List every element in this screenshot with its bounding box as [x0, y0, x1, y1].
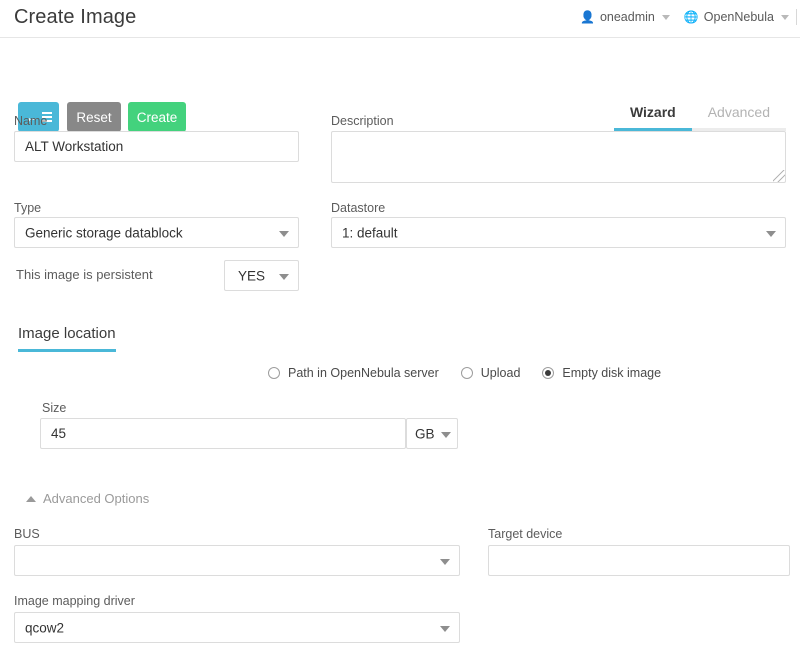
- radio-label: Upload: [480, 366, 521, 380]
- image-mapping-driver-select[interactable]: qcow2: [14, 612, 460, 643]
- header-overflow-divider: [796, 9, 800, 25]
- target-device-label: Target device: [488, 527, 563, 541]
- type-select[interactable]: Generic storage datablock: [14, 217, 299, 248]
- bus-label: BUS: [14, 527, 40, 541]
- target-device-input[interactable]: [488, 545, 790, 576]
- persistent-select[interactable]: YES: [224, 260, 299, 291]
- size-input[interactable]: [40, 418, 406, 449]
- description-label: Description: [331, 114, 394, 128]
- size-label: Size: [42, 401, 67, 415]
- page-title: Create Image: [14, 6, 137, 28]
- description-textarea[interactable]: [331, 131, 786, 183]
- user-menu[interactable]: 👤 oneadmin: [573, 10, 677, 24]
- user-menu-label: oneadmin: [599, 10, 655, 24]
- name-label: Name: [14, 114, 48, 128]
- size-unit-select[interactable]: GB: [406, 418, 458, 449]
- form-toolbar: ← Reset Create Wizard Advanced: [0, 38, 800, 132]
- header-right-cluster: 👤 oneadmin 🌐 OpenNebula: [573, 9, 800, 25]
- radio-icon: [268, 367, 280, 379]
- bus-select[interactable]: [14, 545, 460, 576]
- chevron-up-icon: [26, 495, 36, 502]
- radio-label: Path in OpenNebula server: [288, 366, 439, 380]
- chevron-down-icon: [661, 14, 670, 20]
- persistent-label: This image is persistent: [16, 267, 153, 282]
- name-input[interactable]: [14, 131, 299, 162]
- image-mapping-driver-label: Image mapping driver: [14, 594, 135, 608]
- user-icon: 👤: [579, 10, 595, 24]
- advanced-options-toggle-label: Advanced Options: [43, 491, 150, 506]
- globe-icon: 🌐: [683, 10, 699, 24]
- create-image-form: Name Description Type Generic storage da…: [0, 100, 800, 650]
- image-location-section-title: Image location: [18, 325, 116, 352]
- radio-icon: [460, 367, 473, 379]
- zone-menu[interactable]: 🌐 OpenNebula: [677, 10, 796, 24]
- datastore-select[interactable]: 1: default: [331, 217, 786, 248]
- radio-upload[interactable]: Upload: [460, 366, 521, 380]
- radio-path-in-opennebula-server[interactable]: Path in OpenNebula server: [268, 366, 439, 380]
- datastore-label: Datastore: [331, 201, 386, 215]
- top-header-bar: Create Image 👤 oneadmin 🌐 OpenNebula: [0, 0, 800, 38]
- image-location-radio-group: Path in OpenNebula server Upload Empty d…: [268, 366, 661, 380]
- zone-menu-label: OpenNebula: [703, 10, 774, 24]
- type-label: Type: [14, 201, 42, 215]
- radio-label: Empty disk image: [562, 366, 662, 380]
- radio-empty-disk-image[interactable]: Empty disk image: [542, 366, 661, 380]
- chevron-down-icon: [781, 14, 789, 20]
- radio-selected-icon: [542, 367, 555, 379]
- advanced-options-toggle[interactable]: Advanced Options: [26, 491, 149, 506]
